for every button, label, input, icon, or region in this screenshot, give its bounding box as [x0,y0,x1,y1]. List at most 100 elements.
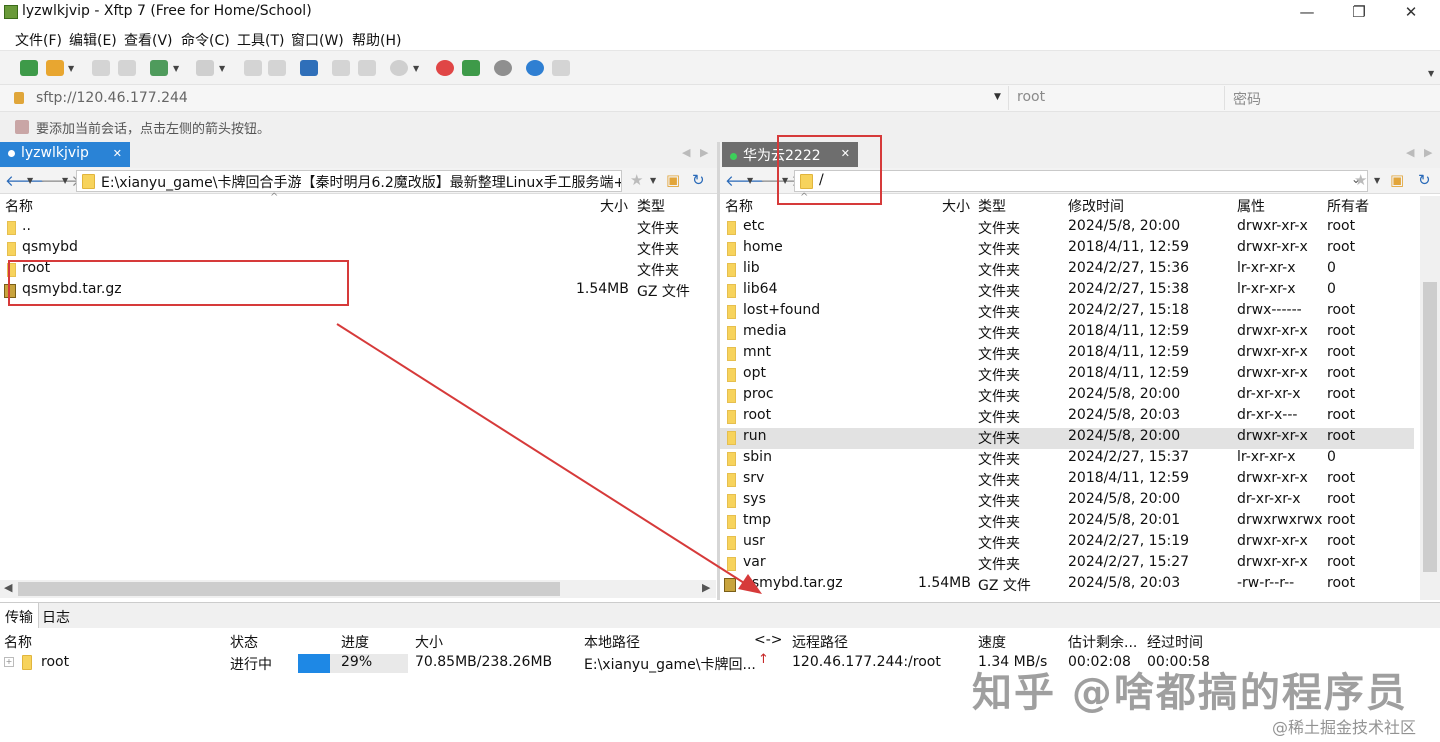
refresh-icon[interactable]: ↻ [1418,171,1431,189]
parent-folder-icon[interactable]: ▣ [1390,171,1404,189]
username-field[interactable]: root [1008,86,1224,110]
paste-icon[interactable] [268,60,286,76]
expand-icon[interactable]: + [4,657,14,667]
refresh-icon[interactable] [358,60,376,76]
col-size-header[interactable]: 大小 [600,196,628,216]
chevron-down-icon[interactable]: ▼ [27,176,33,185]
list-item[interactable]: lib 文件夹 2024/2/27, 15:36 lr-xr-xr-x 0 [720,260,1414,281]
tab-local[interactable]: lyzwlkjvip ✕ [0,142,130,167]
host-input[interactable]: sftp://120.46.177.244 [36,90,188,106]
list-item[interactable]: lib64 文件夹 2024/2/27, 15:38 lr-xr-xr-x 0 [720,281,1414,302]
horizontal-scrollbar[interactable]: ◀ ▶ [0,580,716,598]
menu-command[interactable]: 命令(C) [181,30,230,50]
col-size-header[interactable]: 大小 [942,196,970,216]
list-item[interactable]: lost+found 文件夹 2024/2/27, 15:18 drwx------ r… [720,302,1414,323]
list-item[interactable]: qsmybd.tar.gz 1.54MB GZ 文件 2024/5/8, 20:03 -… [720,575,1414,596]
disconnect-icon[interactable] [118,60,136,76]
chevron-down-icon[interactable]: ▼ [1428,69,1434,78]
chevron-right-icon[interactable]: ▶ [702,581,710,594]
list-item[interactable]: mnt 文件夹 2018/4/11, 12:59 drwxr-xr-x root [720,344,1414,365]
copy-icon[interactable] [244,60,262,76]
list-item[interactable]: qsmybd 文件夹 [0,239,716,260]
col-attr-header[interactable]: 属性 [1237,196,1265,216]
col-name-header[interactable]: 名称 [4,632,32,652]
col-modified-header[interactable]: 修改时间 [1068,196,1124,216]
chevron-down-icon[interactable]: ▼ [62,176,68,185]
chevron-left-icon[interactable]: ◀ [4,581,12,594]
chevron-down-icon[interactable]: ▼ [650,176,656,185]
list-item[interactable]: usr 文件夹 2024/2/27, 15:19 drwxr-xr-x root [720,533,1414,554]
menu-tools[interactable]: 工具(T) [237,30,284,50]
list-item[interactable]: home 文件夹 2018/4/11, 12:59 drwxr-xr-x root [720,239,1414,260]
chevron-down-icon[interactable]: ▼ [413,64,419,73]
list-item[interactable]: proc 文件夹 2024/5/8, 20:00 dr-xr-xr-x root [720,386,1414,407]
menu-window[interactable]: 窗口(W) [291,30,344,50]
forward-arrow-icon[interactable]: 🡒 [40,171,80,190]
window-icon[interactable] [196,60,214,76]
transfer-icon[interactable] [300,60,318,76]
menu-file[interactable]: 文件(F) [15,30,62,50]
chevron-down-icon[interactable]: ▼ [994,92,1001,102]
col-remote-path-header[interactable]: 远程路径 [792,632,848,652]
scroll-thumb[interactable] [18,582,560,596]
close-tab-icon[interactable]: ✕ [113,147,122,160]
stop-icon[interactable] [332,60,350,76]
list-item[interactable]: sbin 文件夹 2024/2/27, 15:37 lr-xr-xr-x 0 [720,449,1414,470]
connect-icon[interactable] [92,60,110,76]
list-item[interactable]: var 文件夹 2024/2/27, 15:27 drwxr-xr-x root [720,554,1414,575]
tab-transfer[interactable]: 传输 [0,603,39,628]
maximize-button[interactable]: ❐ [1336,0,1382,26]
chevron-right-icon[interactable]: ▶ [700,146,708,159]
chevron-down-icon[interactable]: ▼ [68,64,74,73]
col-type-header[interactable]: 类型 [637,196,665,216]
help-icon[interactable] [526,60,544,76]
list-item[interactable]: .. 文件夹 [0,218,716,239]
scroll-thumb[interactable] [1423,282,1437,572]
list-item[interactable]: sys 文件夹 2024/5/8, 20:00 dr-xr-xr-x root [720,491,1414,512]
col-direction-header[interactable]: <-> [754,632,783,648]
col-status-header[interactable]: 状态 [230,632,258,652]
globe-icon[interactable] [390,60,408,76]
col-owner-header[interactable]: 所有者 [1327,196,1369,216]
xftp-icon[interactable] [462,60,480,76]
bookmark-icon[interactable] [15,120,29,134]
xshell-icon[interactable] [436,60,454,76]
col-eta-header[interactable]: 估计剩余... [1068,632,1137,652]
password-field[interactable]: 密码 [1224,86,1440,110]
new-session-icon[interactable] [20,60,38,76]
col-local-path-header[interactable]: 本地路径 [584,632,640,652]
new-tab-icon[interactable] [150,60,168,76]
col-progress-header[interactable]: 进度 [341,632,369,652]
menu-help[interactable]: 帮助(H) [352,30,401,50]
chevron-down-icon[interactable]: ▼ [219,64,225,73]
local-path-input[interactable]: E:\xianyu_game\卡牌回合手游【秦时明月6.2魔改版】最新整理Lin… [76,170,622,192]
vertical-scrollbar[interactable] [1420,196,1440,600]
close-button[interactable]: ✕ [1388,0,1434,26]
menu-view[interactable]: 查看(V) [124,30,173,50]
star-icon[interactable]: ★ [1354,171,1367,189]
list-item[interactable]: run 文件夹 2024/5/8, 20:00 drwxr-xr-x root [720,428,1414,449]
chevron-down-icon[interactable]: ▼ [173,64,179,73]
list-item[interactable]: media 文件夹 2018/4/11, 12:59 drwxr-xr-x root [720,323,1414,344]
col-name-header[interactable]: 名称 [725,196,753,216]
chevron-down-icon[interactable]: ▼ [747,176,753,185]
list-item[interactable]: tmp 文件夹 2024/5/8, 20:01 drwxrwxrwx root [720,512,1414,533]
star-icon[interactable]: ★ [630,171,643,189]
col-elapsed-header[interactable]: 经过时间 [1147,632,1203,652]
list-item[interactable]: srv 文件夹 2018/4/11, 12:59 drwxr-xr-x root [720,470,1414,491]
col-type-header[interactable]: 类型 [978,196,1006,216]
gear-icon[interactable] [494,60,512,76]
col-speed-header[interactable]: 速度 [978,632,1006,652]
chevron-left-icon[interactable]: ◀ [1406,146,1414,159]
parent-folder-icon[interactable]: ▣ [666,171,680,189]
chevron-left-icon[interactable]: ◀ [682,146,690,159]
list-item[interactable]: root 文件夹 2024/5/8, 20:03 dr-xr-x--- root [720,407,1414,428]
tab-log[interactable]: 日志 [42,607,70,627]
chevron-right-icon[interactable]: ▶ [1424,146,1432,159]
chat-icon[interactable] [552,60,570,76]
col-size-header[interactable]: 大小 [415,632,443,652]
refresh-icon[interactable]: ↻ [692,171,705,189]
list-item[interactable]: etc 文件夹 2024/5/8, 20:00 drwxr-xr-x root [720,218,1414,239]
menu-edit[interactable]: 编辑(E) [69,30,117,50]
col-name-header[interactable]: 名称 [5,196,33,216]
